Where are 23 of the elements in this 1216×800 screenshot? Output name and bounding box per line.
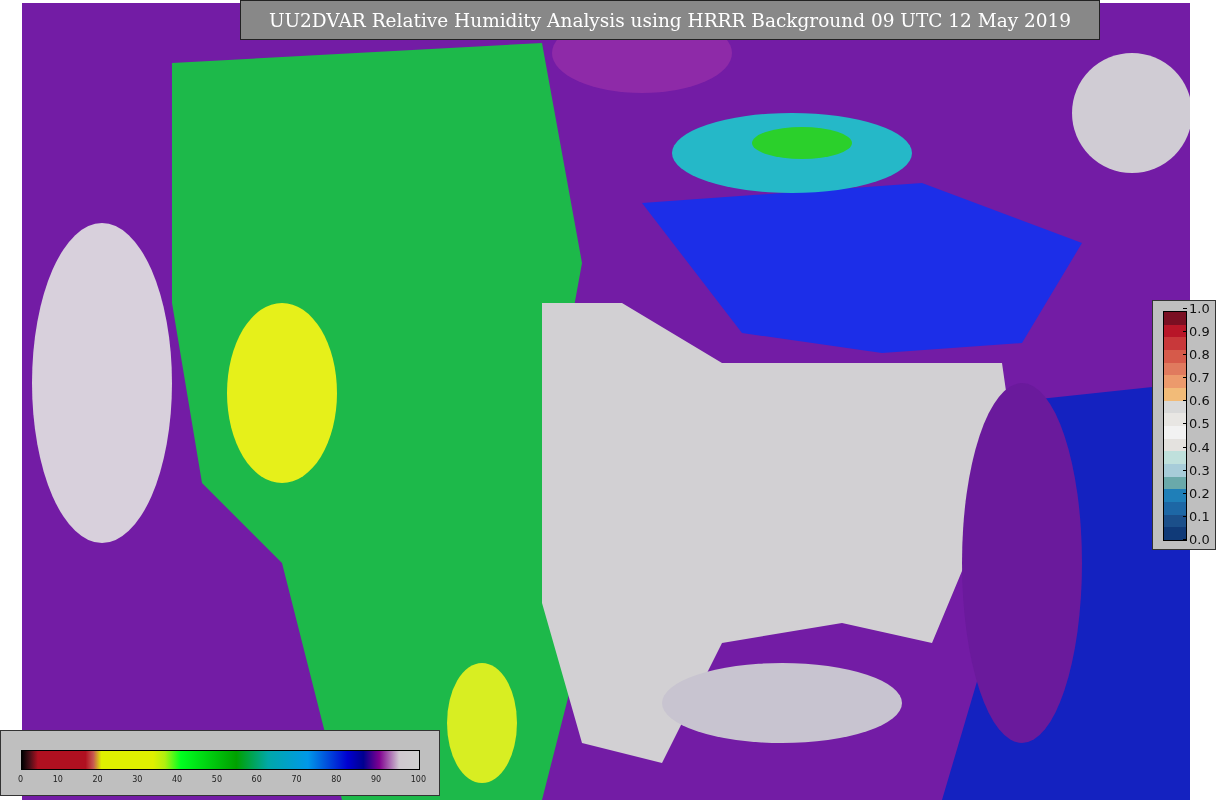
tick-label: 40 — [172, 775, 183, 784]
tick-label: 1.0 — [1189, 301, 1210, 316]
tick-label: 80 — [331, 775, 342, 784]
tick-label: 30 — [132, 775, 143, 784]
tick-label: 0.8 — [1189, 347, 1210, 363]
tick-label: 0.0 — [1189, 531, 1210, 547]
tick-label: 20 — [92, 775, 103, 784]
tick-label: 0.9 — [1189, 324, 1210, 340]
tick-label: 60 — [251, 775, 262, 784]
tick-label: 0 — [18, 775, 24, 784]
tick-label: 0.6 — [1189, 393, 1210, 409]
tick-label: 90 — [370, 775, 382, 784]
tick-label: 0.4 — [1189, 439, 1210, 455]
tick-label: 100 — [410, 775, 426, 784]
tick-label: 0.2 — [1189, 485, 1210, 501]
tick-label: 10 — [52, 775, 63, 784]
tick-label: 0.1 — [1189, 508, 1210, 524]
tick-label: 0.5 — [1189, 416, 1210, 432]
tick-label: 0.3 — [1189, 462, 1210, 478]
tick-label: 50 — [211, 775, 222, 784]
map-title: UU2DVAR Relative Humidity Analysis using HRRR Background 09 UTC 12 May 2019 — [240, 0, 1100, 40]
tick-label: 0.7 — [1189, 370, 1210, 386]
tick-label: 70 — [291, 775, 302, 784]
